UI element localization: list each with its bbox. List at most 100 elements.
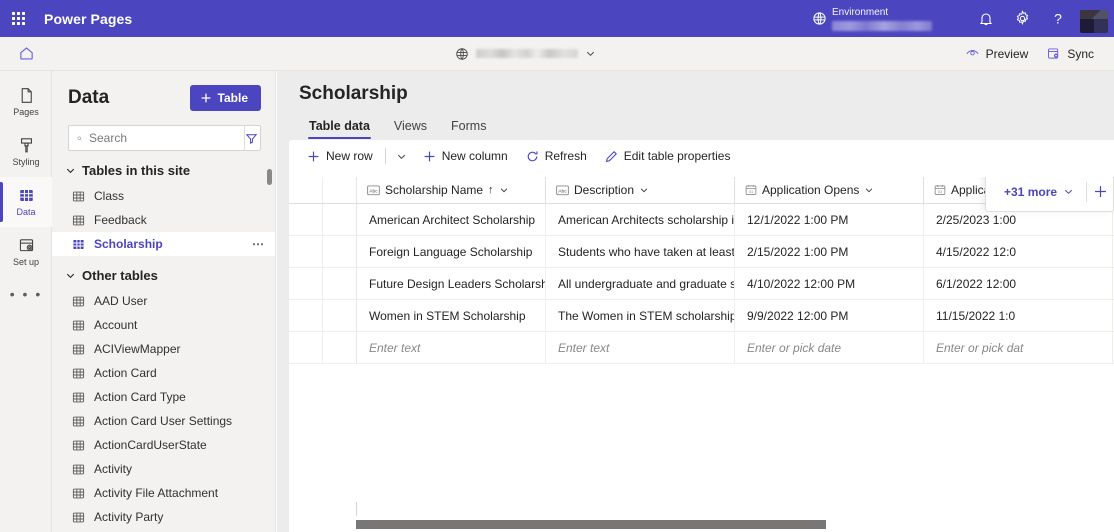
site-toolbar: Preview Sync	[0, 37, 1114, 71]
cell-description[interactable]: American Architects scholarship is...	[546, 204, 735, 235]
edit-table-properties-button[interactable]: Edit table properties	[597, 144, 739, 168]
refresh-button[interactable]: Refresh	[518, 144, 595, 168]
svg-text:Abc: Abc	[558, 188, 567, 194]
section-header-tables-in-site[interactable]: Tables in this site	[52, 151, 275, 184]
row-select-cell[interactable]	[289, 236, 323, 267]
table-row[interactable]: Foreign Language Scholarship Students wh…	[289, 236, 1114, 268]
table-item-aad-user[interactable]: AAD User	[52, 289, 275, 313]
column-header-description[interactable]: Abc Description	[546, 177, 735, 203]
sort-ascending-icon: ↑	[488, 184, 494, 196]
cell-scholarship-name[interactable]: Future Design Leaders Scholarship	[357, 268, 546, 299]
user-avatar[interactable]	[1080, 4, 1108, 33]
notifications-button[interactable]	[968, 0, 1004, 37]
new-row-opens-input[interactable]: Enter or pick date	[735, 332, 924, 363]
table-item-label: AAD User	[94, 294, 148, 308]
text-abc-icon: Abc	[556, 184, 569, 195]
column-header-label: Description	[574, 183, 635, 197]
cell-scholarship-name[interactable]: Women in STEM Scholarship	[357, 300, 546, 331]
rail-item-pages[interactable]: Pages	[0, 77, 52, 127]
grid-gutter-select-all[interactable]	[289, 177, 323, 203]
table-item-action-card[interactable]: Action Card	[52, 361, 275, 385]
row-select-cell[interactable]	[289, 332, 323, 363]
row-expand-cell[interactable]	[323, 236, 357, 267]
section-header-other-tables[interactable]: Other tables	[52, 256, 275, 289]
horizontal-scrollbar-track[interactable]	[289, 516, 1114, 532]
rail-item-setup[interactable]: Set up	[0, 227, 52, 277]
row-expand-cell[interactable]	[323, 332, 357, 363]
new-row-name-input[interactable]: Enter text	[357, 332, 546, 363]
new-record-row[interactable]: Enter text Enter text Enter or pick date…	[289, 332, 1114, 364]
row-select-cell[interactable]	[289, 300, 323, 331]
tab-label: Views	[393, 119, 428, 133]
row-expand-cell[interactable]	[323, 300, 357, 331]
sync-icon	[1048, 48, 1059, 59]
table-icon	[72, 440, 85, 450]
cell-description[interactable]: The Women in STEM scholarship i...	[546, 300, 735, 331]
row-select-cell[interactable]	[289, 268, 323, 299]
new-row-button[interactable]: New row	[299, 144, 381, 168]
filter-button[interactable]	[244, 126, 258, 150]
table-item-scholarship[interactable]: Scholarship ⋯	[52, 232, 275, 256]
table-item-feedback[interactable]: Feedback	[52, 208, 275, 232]
preview-button[interactable]: Preview	[957, 42, 1037, 65]
environment-selector[interactable]: Environment	[832, 0, 932, 37]
row-expand-cell[interactable]	[323, 204, 357, 235]
site-selector[interactable]	[455, 37, 596, 70]
tab-views[interactable]: Views	[384, 114, 437, 140]
table-item-activity-file-attachment[interactable]: Activity File Attachment	[52, 481, 275, 505]
column-header-label: Scholarship Name	[385, 183, 484, 197]
new-row-deadline-input[interactable]: Enter or pick dat	[924, 332, 1113, 363]
table-icon	[72, 344, 85, 354]
rail-more-button[interactable]: • • •	[0, 277, 52, 311]
refresh-icon	[527, 150, 538, 161]
add-column-button[interactable]	[1087, 177, 1113, 211]
cell-application-deadline[interactable]: 4/15/2022 12:0	[924, 236, 1113, 267]
cell-application-opens[interactable]: 9/9/2022 12:00 PM	[735, 300, 924, 331]
sync-button[interactable]: Sync	[1038, 42, 1102, 65]
cell-description[interactable]: All undergraduate and graduate s...	[546, 268, 735, 299]
column-header-application-opens[interactable]: 31 Application Opens	[735, 177, 924, 203]
table-row[interactable]: Women in STEM Scholarship The Women in S…	[289, 300, 1114, 332]
table-item-actioncarduserstate[interactable]: ActionCardUserState	[52, 433, 275, 457]
table-item-overflow-menu[interactable]: ⋯	[252, 237, 265, 251]
cell-application-deadline[interactable]: 11/15/2022 1:0	[924, 300, 1113, 331]
table-item-account[interactable]: Account	[52, 313, 275, 337]
home-button[interactable]	[0, 37, 52, 70]
rail-item-styling[interactable]: Styling	[0, 127, 52, 177]
horizontal-scrollbar-thumb[interactable]	[356, 520, 826, 529]
table-item-action-card-user-settings[interactable]: Action Card User Settings	[52, 409, 275, 433]
new-column-button[interactable]: New column	[415, 144, 516, 168]
cell-application-opens[interactable]: 4/10/2022 12:00 PM	[735, 268, 924, 299]
help-button[interactable]: ?	[1040, 0, 1076, 37]
table-item-class[interactable]: Class	[52, 184, 275, 208]
cell-application-opens[interactable]: 2/15/2022 1:00 PM	[735, 236, 924, 267]
search-box[interactable]	[68, 125, 261, 151]
row-expand-cell[interactable]	[323, 268, 357, 299]
table-item-label: Feedback	[94, 213, 147, 227]
table-row[interactable]: Future Design Leaders Scholarship All un…	[289, 268, 1114, 300]
table-item-label: ACIViewMapper	[94, 342, 181, 356]
search-input[interactable]	[82, 131, 244, 145]
row-select-cell[interactable]	[289, 204, 323, 235]
cell-application-deadline[interactable]: 6/1/2022 12:00	[924, 268, 1113, 299]
data-panel-scrollbar-thumb[interactable]	[267, 169, 272, 185]
cell-description[interactable]: Students who have taken at least ...	[546, 236, 735, 267]
rail-label-data: Data	[16, 207, 36, 217]
new-row-description-input[interactable]: Enter text	[546, 332, 735, 363]
app-launcher-button[interactable]	[0, 0, 36, 37]
cell-scholarship-name[interactable]: American Architect Scholarship	[357, 204, 546, 235]
table-item-action-card-type[interactable]: Action Card Type	[52, 385, 275, 409]
cell-scholarship-name[interactable]: Foreign Language Scholarship	[357, 236, 546, 267]
cell-application-opens[interactable]: 12/1/2022 1:00 PM	[735, 204, 924, 235]
new-row-dropdown-button[interactable]	[390, 146, 413, 167]
add-table-button[interactable]: Table	[189, 85, 261, 111]
column-header-scholarship-name[interactable]: Abc Scholarship Name ↑	[357, 177, 546, 203]
settings-button[interactable]	[1004, 0, 1040, 37]
table-item-aciviewmapper[interactable]: ACIViewMapper	[52, 337, 275, 361]
tab-table-data[interactable]: Table data	[299, 114, 380, 140]
more-columns-button[interactable]: +31 more	[986, 177, 1086, 211]
tab-forms[interactable]: Forms	[441, 114, 496, 140]
table-item-activity[interactable]: Activity	[52, 457, 275, 481]
rail-item-data[interactable]: Data	[0, 177, 52, 227]
table-item-activity-party[interactable]: Activity Party	[52, 505, 275, 529]
